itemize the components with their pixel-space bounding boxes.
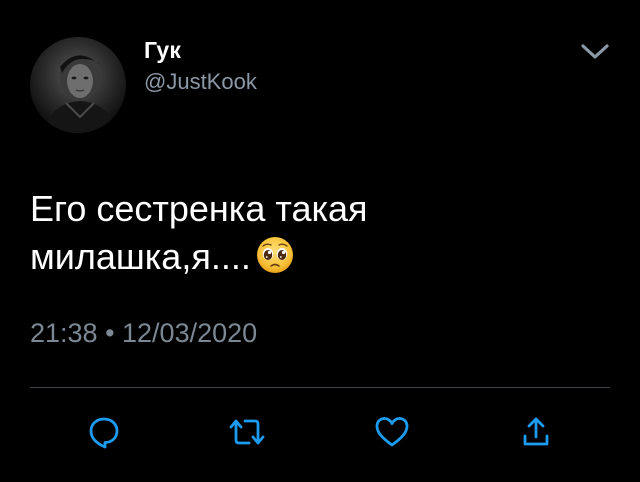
tweet-timestamp[interactable]: 21:38 • 12/03/2020	[30, 318, 257, 349]
tweet-text-line-1: Его сестренка такая	[30, 188, 368, 229]
author-handle[interactable]: @JustKook	[144, 69, 257, 95]
share-button[interactable]	[514, 410, 558, 454]
tweet-text-line-2-content: милашка,я....	[30, 236, 251, 277]
tweet-text: Его сестренка такая милашка,я....	[30, 185, 590, 281]
tweet-text-line-2: милашка,я....	[30, 233, 590, 281]
divider	[30, 387, 610, 388]
author-avatar[interactable]	[30, 37, 126, 133]
retweet-icon	[229, 419, 265, 445]
tweet-action-bar	[0, 410, 640, 454]
reply-button[interactable]	[82, 410, 126, 454]
heart-icon	[375, 417, 409, 447]
chevron-down-icon	[581, 44, 609, 59]
pleading-face-emoji-icon	[255, 235, 295, 275]
tweet-card: Гук @JustKook Его сестренка такая милашк…	[0, 0, 640, 482]
share-icon	[523, 417, 549, 446]
reply-icon	[89, 417, 119, 449]
retweet-button[interactable]	[225, 410, 269, 454]
avatar-photo	[44, 53, 118, 133]
more-options-button[interactable]	[578, 38, 612, 66]
author-display-name[interactable]: Гук	[144, 37, 181, 64]
like-button[interactable]	[370, 410, 414, 454]
